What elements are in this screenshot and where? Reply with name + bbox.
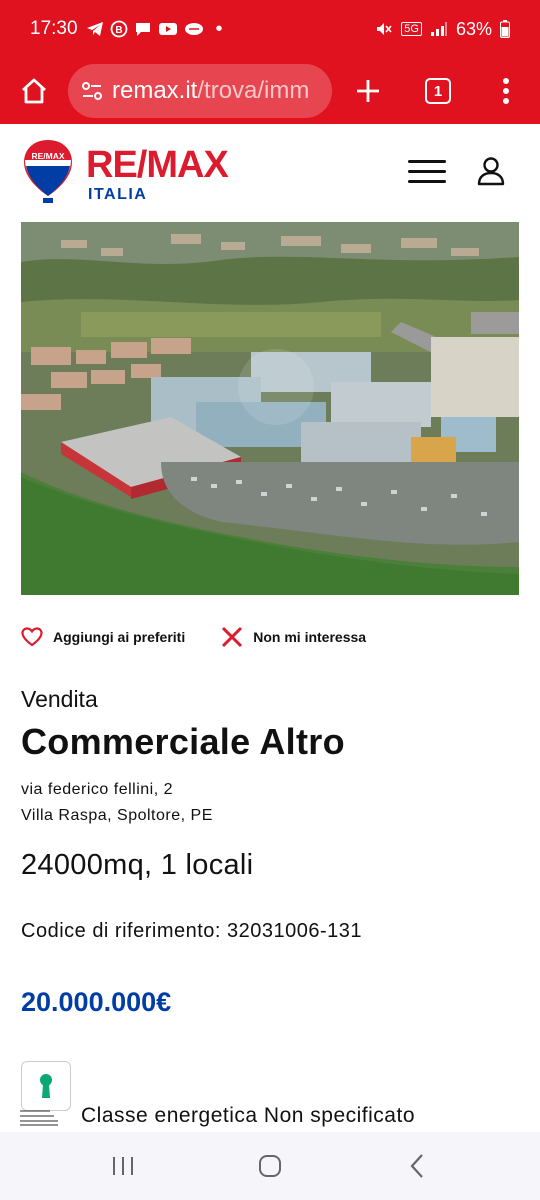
browser-toolbar: remax.it/trova/imm 1 — [0, 58, 540, 124]
svg-text:B: B — [115, 25, 122, 36]
recent-apps-button[interactable] — [93, 1141, 153, 1191]
chat-icon — [135, 23, 150, 36]
home-circle-icon — [258, 1155, 281, 1177]
new-tab-button[interactable] — [332, 58, 404, 124]
address-bar[interactable]: remax.it/trova/imm — [68, 64, 332, 118]
heart-icon — [21, 627, 43, 647]
property-photo[interactable] — [21, 222, 519, 595]
listing-details: Vendita Commerciale Altro via federico f… — [21, 686, 519, 1018]
tab-count: 1 — [425, 78, 451, 104]
youtube-icon — [158, 23, 177, 35]
telegram-icon — [86, 22, 103, 36]
listing-actions: Aggiungi ai preferiti Non mi interessa — [21, 620, 519, 654]
remax-balloon-logo[interactable]: RE/MAX — [22, 138, 74, 206]
reference-code: Codice di riferimento: 32031006-131 — [21, 920, 363, 942]
mute-icon — [377, 23, 392, 35]
listing-size: 24000mq, 1 locali — [21, 849, 254, 881]
add-to-favorites-button[interactable]: Aggiungi ai preferiti — [21, 627, 185, 647]
back-chevron-icon — [410, 1154, 423, 1178]
close-icon — [222, 626, 243, 648]
browser-menu-button[interactable] — [472, 58, 540, 124]
energy-scale-icon — [20, 1110, 58, 1126]
keyhole-icon — [40, 1074, 52, 1098]
bitcoin-icon: B — [110, 20, 127, 38]
site-settings-icon[interactable] — [80, 80, 104, 102]
network-type: 5G — [401, 22, 422, 36]
url-path: /trova/imm — [197, 77, 310, 104]
not-interested-button[interactable]: Non mi interessa — [221, 626, 366, 648]
status-time: 17:30 — [30, 18, 78, 39]
address-locality: Villa Raspa, Spoltore, PE — [21, 807, 213, 824]
url-text: remax.it/trova/imm — [112, 77, 309, 105]
app-notification-icon — [184, 23, 203, 35]
favorites-label: Aggiungi ai preferiti — [53, 629, 186, 645]
user-icon[interactable] — [474, 154, 508, 188]
home-nav-button[interactable] — [240, 1141, 300, 1191]
status-bar: 17:30 B • 5G 63% — [0, 0, 540, 58]
listing-title: Commerciale Altro — [21, 721, 345, 762]
contract-type: Vendita — [21, 686, 98, 712]
site-header: RE/MAX RE/MAX ITALIA — [0, 124, 540, 220]
more-vert-icon — [503, 78, 509, 104]
aerial-photo-illustration — [21, 222, 519, 595]
battery-icon — [500, 20, 510, 38]
signal-icon — [430, 22, 447, 36]
back-button[interactable] — [387, 1141, 447, 1191]
url-host: remax.it — [112, 77, 198, 104]
home-button[interactable] — [0, 58, 68, 124]
listing-price: 20.000.000€ — [21, 987, 172, 1017]
more-notifications-dot: • — [215, 17, 223, 40]
address-street: via federico fellini, 2 — [21, 781, 174, 798]
brand-logo-text[interactable]: RE/MAX — [86, 144, 229, 187]
energy-class: Classe energetica Non specificato — [81, 1104, 416, 1127]
energy-info-button[interactable] — [21, 1061, 71, 1111]
notification-icons: B • — [86, 18, 223, 41]
plus-icon — [357, 80, 379, 102]
menu-hamburger-icon[interactable] — [408, 160, 446, 184]
not-interested-label: Non mi interessa — [253, 629, 367, 645]
brand-subtitle: ITALIA — [88, 186, 148, 203]
balloon-text: RE/MAX — [31, 151, 64, 161]
recent-apps-icon — [113, 1157, 134, 1175]
tabs-button[interactable]: 1 — [404, 58, 472, 124]
system-navigation-bar — [0, 1132, 540, 1200]
system-status: 5G 63% — [375, 19, 510, 40]
home-icon — [22, 78, 46, 104]
battery-percent: 63% — [455, 18, 492, 39]
